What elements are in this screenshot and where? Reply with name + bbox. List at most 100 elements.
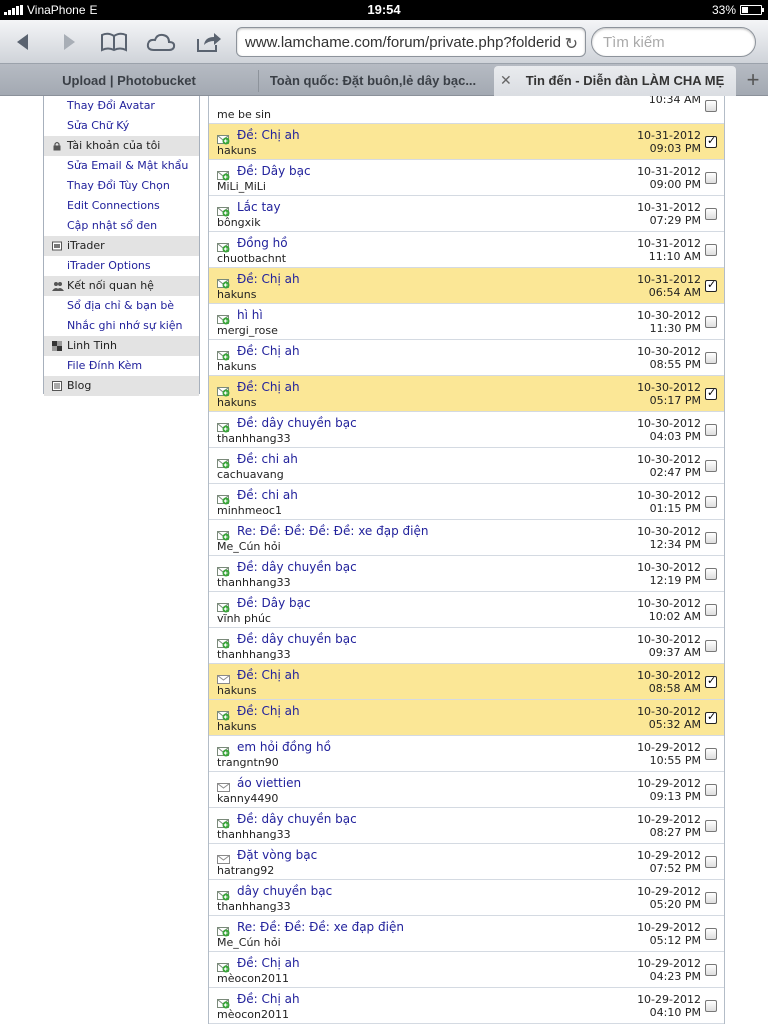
message-row[interactable]: Đề: Chị ah hakuns 10-30-2012 05:32 AM [209, 700, 724, 736]
message-row[interactable]: Đề: dây chuyền bạc thanhhang33 10-29-2012 0… [209, 808, 724, 844]
message-title[interactable]: Đề: chi ah [237, 488, 298, 502]
tab-tin-den[interactable]: Tin đến - Diễn đàn LÀM CHA MẸ [494, 66, 736, 96]
message-checkbox[interactable] [705, 100, 717, 112]
message-sender[interactable]: minhmeoc1 [217, 504, 282, 517]
message-sender[interactable]: Me_Cún hỏi [217, 540, 281, 553]
sidebar-link-so-dia-chi-ban-be[interactable]: Sổ địa chỉ & bạn bè [44, 296, 199, 316]
message-sender[interactable]: bôngxik [217, 216, 261, 229]
message-title[interactable]: Đề: Chị ah [237, 272, 300, 286]
message-row[interactable]: Re: Đề: Đề: Đề: xe đạp điện Me_Cún hỏi 10-… [209, 916, 724, 952]
sidebar-link-sua-chu-ky[interactable]: Sửa Chữ Ký [44, 116, 199, 136]
message-sender[interactable]: hatrang92 [217, 864, 274, 877]
message-checkbox[interactable] [705, 820, 717, 832]
message-title[interactable]: Đề: Chị ah [237, 668, 300, 682]
message-title[interactable]: Đề: dây chuyền bạc [237, 812, 357, 826]
message-sender[interactable]: thanhhang33 [217, 828, 291, 841]
message-title[interactable]: Đề: Chị ah [237, 344, 300, 358]
message-title[interactable]: Đề: dây chuyền bạc [237, 632, 357, 646]
message-checkbox[interactable] [705, 748, 717, 760]
message-sender[interactable]: mèocon2011 [217, 972, 289, 985]
message-checkbox[interactable] [705, 1000, 717, 1012]
message-row[interactable]: Đồng hồ chuotbachnt 10-31-2012 11:10 AM [209, 232, 724, 268]
tab-photobucket[interactable]: Upload | Photobucket [0, 66, 258, 96]
message-row[interactable]: Đề: Dây bạc MiLi_MiLi 10-31-2012 09:00 PM [209, 160, 724, 196]
message-sender[interactable]: thanhhang33 [217, 648, 291, 661]
message-row[interactable]: Lắc tay bôngxik 10-31-2012 07:29 PM [209, 196, 724, 232]
icloud-icon[interactable] [146, 28, 176, 56]
sidebar-link-sua-email-mat-khau[interactable]: Sửa Email & Mật khẩu [44, 156, 199, 176]
message-sender[interactable]: mergi_rose [217, 324, 278, 337]
message-sender[interactable]: thanhhang33 [217, 900, 291, 913]
sidebar-link-thay-doi-avatar[interactable]: Thay Đổi Avatar [44, 96, 199, 116]
message-checkbox[interactable] [705, 568, 717, 580]
message-row[interactable]: me be sin 10:34 AM [209, 96, 724, 124]
forward-button[interactable] [54, 28, 84, 56]
message-title[interactable]: Đề: dây chuyền bạc [237, 416, 357, 430]
message-checkbox[interactable] [705, 496, 717, 508]
message-title[interactable]: Đề: Dây bạc [237, 596, 311, 610]
message-checkbox[interactable] [705, 172, 717, 184]
message-sender[interactable]: hakuns [217, 720, 256, 733]
message-sender[interactable]: hakuns [217, 144, 256, 157]
reload-icon[interactable]: ↻ [565, 34, 578, 54]
message-sender[interactable]: kanny4490 [217, 792, 278, 805]
message-checkbox[interactable] [705, 244, 717, 256]
message-sender[interactable]: hakuns [217, 288, 256, 301]
message-row[interactable]: Đề: dây chuyền bạc thanhhang33 10-30-2012 0… [209, 412, 724, 448]
url-field[interactable]: www.lamchame.com/forum/private.php?folde… [236, 27, 586, 57]
message-checkbox[interactable] [705, 352, 717, 364]
message-title[interactable]: Đề: Chị ah [237, 128, 300, 142]
message-checkbox[interactable] [705, 424, 717, 436]
message-title[interactable]: Đề: chi ah [237, 452, 298, 466]
message-row[interactable]: Đề: Chị ah hakuns 10-30-2012 08:58 AM [209, 664, 724, 700]
message-checkbox[interactable] [705, 386, 717, 400]
message-checkbox[interactable] [705, 604, 717, 616]
message-checkbox[interactable] [705, 134, 717, 148]
message-checkbox[interactable] [705, 928, 717, 940]
message-sender[interactable]: hakuns [217, 396, 256, 409]
message-row[interactable]: Re: Đề: Đề: Đề: Đề: xe đạp điện Me_Cún hỏ… [209, 520, 724, 556]
back-button[interactable] [8, 28, 38, 56]
message-row[interactable]: Đề: Chị ah hakuns 10-30-2012 08:55 PM [209, 340, 724, 376]
message-sender[interactable]: MiLi_MiLi [217, 180, 266, 193]
message-title[interactable]: Đặt vòng bạc [237, 848, 317, 862]
message-row[interactable]: Đề: Chị ah mèocon2011 10-29-2012 04:23 PM [209, 952, 724, 988]
message-title[interactable]: em hỏi đồng hồ [237, 740, 331, 754]
message-checkbox[interactable] [705, 640, 717, 652]
tab-toan-quoc[interactable]: Toàn quốc: Đặt buôn,lẻ dây bạc... [259, 66, 493, 96]
sidebar-link-file-dinh-kem[interactable]: File Đính Kèm [44, 356, 199, 376]
share-icon[interactable] [194, 28, 224, 56]
message-checkbox[interactable] [705, 856, 717, 868]
message-row[interactable]: Đề: dây chuyền bạc thanhhang33 10-30-2012 0… [209, 628, 724, 664]
message-sender[interactable]: Me_Cún hỏi [217, 936, 281, 949]
message-sender[interactable]: me be sin [217, 108, 271, 121]
message-title[interactable]: dây chuyền bạc [237, 884, 332, 898]
new-tab-button[interactable]: + [738, 66, 768, 96]
message-checkbox[interactable] [705, 532, 717, 544]
search-field[interactable]: Tìm kiếm [591, 27, 756, 57]
message-title[interactable]: Đề: Chị ah [237, 956, 300, 970]
message-checkbox[interactable] [705, 208, 717, 220]
message-title[interactable]: Lắc tay [237, 200, 281, 214]
message-row[interactable]: Đề: Chị ah hakuns 10-31-2012 09:03 PM [209, 124, 724, 160]
sidebar-link-thay-doi-tuy-chon[interactable]: Thay Đổi Tùy Chọn [44, 176, 199, 196]
sidebar-link-cap-nhat-so-den[interactable]: Cập nhật sổ đen [44, 216, 199, 236]
message-sender[interactable]: mèocon2011 [217, 1008, 289, 1021]
message-title[interactable]: Đề: dây chuyền bạc [237, 560, 357, 574]
close-tab-icon[interactable]: ✕ [500, 73, 512, 89]
message-row[interactable]: Đề: chi ah cachuavang 10-30-2012 02:47 PM [209, 448, 724, 484]
message-row[interactable]: em hỏi đồng hồ trangntn90 10-29-2012 10:55 … [209, 736, 724, 772]
message-row[interactable]: Đề: Dây bạc vĩnh phúc 10-30-2012 10:02 AM [209, 592, 724, 628]
message-checkbox[interactable] [705, 964, 717, 976]
message-title[interactable]: Re: Đề: Đề: Đề: xe đạp điện [237, 920, 404, 934]
sidebar-link-edit-connections[interactable]: Edit Connections [44, 196, 199, 216]
message-sender[interactable]: hakuns [217, 360, 256, 373]
message-title[interactable]: Đề: Chị ah [237, 992, 300, 1006]
message-row[interactable]: hì hì mergi_rose 10-30-2012 11:30 PM [209, 304, 724, 340]
message-checkbox[interactable] [705, 892, 717, 904]
message-title[interactable]: Đồng hồ [237, 236, 288, 250]
message-sender[interactable]: thanhhang33 [217, 432, 291, 445]
message-row[interactable]: dây chuyền bạc thanhhang33 10-29-2012 05:20… [209, 880, 724, 916]
message-sender[interactable]: chuotbachnt [217, 252, 286, 265]
message-row[interactable]: Đặt vòng bạc hatrang92 10-29-2012 07:52 PM [209, 844, 724, 880]
